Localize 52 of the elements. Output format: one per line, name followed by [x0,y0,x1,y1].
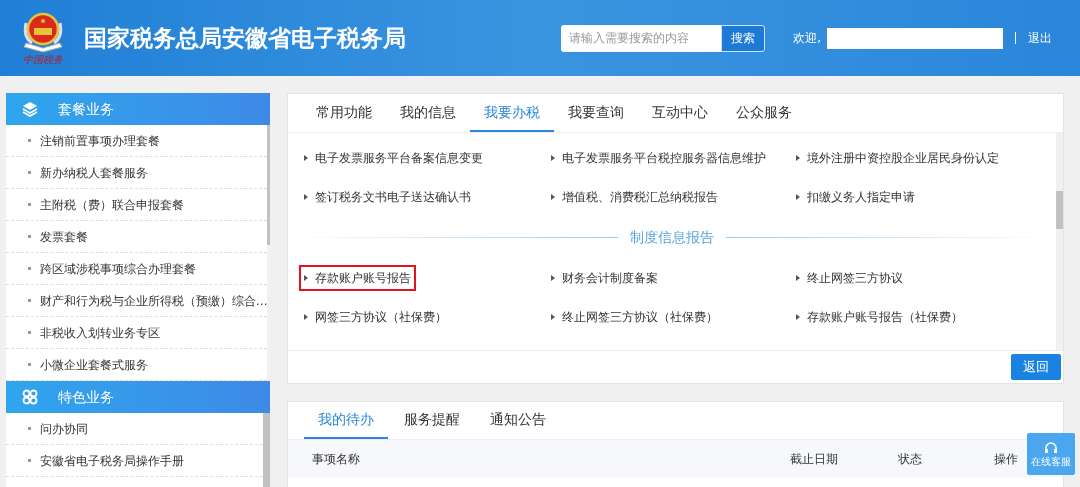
grid-circles-icon [22,389,38,405]
tab[interactable]: 互动中心 [638,94,722,132]
tab[interactable]: 我要办税 [470,94,554,132]
logout-link[interactable]: 退出 [1028,29,1052,47]
service-link[interactable]: 签订税务文书电子送达确认书 [299,183,476,210]
service-link[interactable]: 电子发票服务平台税控服务器信息维护 [546,144,771,171]
site-title: 国家税务总局安徽省电子税务局 [84,23,406,53]
service-link[interactable]: 增值税、消费税汇总纳税报告 [546,183,723,210]
tab[interactable]: 服务提醒 [390,402,474,439]
group-title: 制度信息报告 [630,227,714,247]
triangle-icon [304,313,308,320]
service-link[interactable]: 网签三方协议（社保费） [299,303,452,330]
tab[interactable]: 公众服务 [722,94,806,132]
layers-icon [22,101,38,117]
column-header: 状态 [898,450,923,468]
back-button[interactable]: 返回 [1011,354,1061,380]
tab[interactable]: 通知公告 [476,402,560,439]
section-title: 套餐业务 [58,99,114,119]
service-link[interactable]: 电子发票服务平台备案信息变更 [299,144,488,171]
section-title: 特色业务 [58,387,114,407]
column-header: 事项名称 [312,450,361,468]
column-header: 截止日期 [790,450,839,468]
triangle-icon [304,274,308,281]
triangle-icon [796,313,800,320]
scrollbar-thumb[interactable] [1056,191,1063,229]
search-field[interactable]: 请输入需要搜索的内容 [561,24,722,52]
tab[interactable]: 我的信息 [386,94,470,132]
triangle-icon [551,313,555,320]
triangle-icon [551,154,555,161]
triangle-icon [551,274,555,281]
column-header: 操作 [994,450,1018,468]
service-link[interactable]: 境外注册中资控股企业居民身份认定 [791,144,1004,171]
triangle-icon [304,193,308,200]
service-link[interactable]: 存款账户账号报告（社保费） [791,303,968,330]
triangle-icon [796,193,800,200]
triangle-icon [551,193,555,200]
triangle-icon [796,154,800,161]
scrollbar-thumb[interactable] [267,125,270,245]
emblem-icon [20,11,66,55]
tab[interactable]: 我要查询 [554,94,638,132]
headset-icon [1044,441,1058,455]
triangle-icon [796,274,800,281]
logo-caption: 中国税务 [23,55,63,65]
service-link[interactable]: 财务会计制度备案 [546,264,663,291]
service-link[interactable]: 存款账户账号报告 [299,264,416,291]
service-link[interactable]: 扣缴义务人指定申请 [791,183,920,210]
service-link[interactable]: 终止网签三方协议（社保费） [546,303,723,330]
welcome-text: 欢迎, [793,30,821,47]
search-button[interactable]: 搜索 [721,24,766,52]
service-link[interactable]: 终止网签三方协议 [791,264,908,291]
triangle-icon [304,154,308,161]
tab[interactable]: 常用功能 [302,94,386,132]
